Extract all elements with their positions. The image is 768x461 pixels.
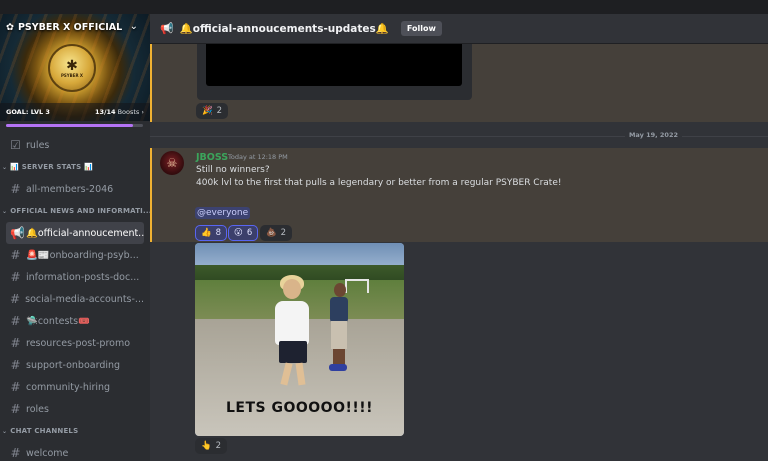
- channel-category[interactable]: ⌄ 📊 SERVER STATS 📊: [2, 156, 150, 178]
- reaction-chip[interactable]: 💩 2: [260, 225, 293, 241]
- server-badge-icon: ✿: [6, 22, 14, 33]
- sidebar-item-label: all-members-2046: [26, 183, 114, 195]
- message-author[interactable]: JBOSS: [196, 152, 228, 163]
- reaction-chip[interactable]: 👍 8: [195, 225, 228, 241]
- sidebar-item-label: support-onboarding: [26, 359, 121, 371]
- spider-icon: ✱: [66, 57, 78, 74]
- chevron-down-icon[interactable]: ⌄: [130, 21, 138, 32]
- boost-goal[interactable]: GOAL: LVL 3 13/14 Boosts ›: [0, 103, 150, 121]
- sidebar-item-channel[interactable]: ☑ rules: [6, 134, 144, 156]
- window-top-strip: [0, 0, 768, 14]
- hash-icon: #: [10, 248, 21, 262]
- message-list: 🎉 2 May 19, 2022 ☠ JBOSS Today at 12:18 …: [150, 44, 768, 461]
- chevron-down-icon: ⌄: [2, 163, 8, 171]
- message-timestamp: Today at 12:18 PM: [228, 153, 288, 161]
- server-name[interactable]: ✿ PSYBER X OFFICIAL: [6, 22, 122, 33]
- server-banner[interactable]: ✿ PSYBER X OFFICIAL ⌄ ✱ PSYBER X GOAL: L…: [0, 14, 150, 121]
- server-emblem: ✱ PSYBER X: [48, 44, 96, 92]
- hash-icon: #: [10, 182, 21, 196]
- sidebar-item-channel[interactable]: # information-posts-doc...: [6, 266, 144, 288]
- sidebar-item-channel[interactable]: # all-members-2046: [6, 178, 144, 200]
- reaction-chip[interactable]: 🎉 2: [196, 103, 229, 119]
- megaphone-icon: 📢: [160, 22, 174, 35]
- boost-progress-fill: [6, 124, 134, 127]
- sidebar-item-label: resources-post-promo: [26, 337, 131, 349]
- sidebar-item-label: rules: [26, 139, 50, 151]
- chevron-down-icon: ⌄: [2, 427, 8, 435]
- reaction-chip[interactable]: 👆 2: [195, 438, 228, 454]
- sidebar-item-label: 🛸contests🎟️: [26, 315, 90, 327]
- channel-list: ☑ rules ⌄ 📊 SERVER STATS 📊 # all-members-2046…: [0, 134, 150, 461]
- sidebar-item-channel[interactable]: # welcome: [6, 442, 144, 461]
- sidebar-item-label: welcome: [26, 447, 69, 459]
- sidebar-item-label: information-posts-doc...: [26, 271, 140, 283]
- hash-icon: #: [10, 270, 21, 284]
- hash-icon: #: [10, 402, 21, 416]
- channel-title: 🔔official-annoucements-updates🔔: [179, 23, 389, 35]
- sidebar-item-channel[interactable]: # support-onboarding: [6, 354, 144, 376]
- embed-preview: [197, 44, 472, 100]
- message-line: Still no winners?: [196, 165, 270, 175]
- boost-progress-bar: [6, 124, 143, 127]
- follow-button[interactable]: Follow: [400, 21, 442, 36]
- channel-sidebar: ✿ PSYBER X OFFICIAL ⌄ ✱ PSYBER X GOAL: L…: [0, 14, 150, 461]
- checkbox-icon: ☑: [10, 138, 21, 152]
- hash-icon: #: [10, 380, 21, 394]
- channel-category[interactable]: ⌄ OFFICIAL NEWS AND INFORMATI...: [2, 200, 150, 222]
- reaction-chip[interactable]: 😮 6: [228, 225, 259, 241]
- highlighted-message-previous: 🎉 2: [150, 44, 768, 122]
- hash-icon: #: [10, 314, 21, 328]
- sidebar-item-label: roles: [26, 403, 49, 415]
- chevron-down-icon: ⌄: [2, 207, 8, 215]
- sidebar-item-channel[interactable]: # 🚨📰onboarding-psyb...: [6, 244, 144, 266]
- sidebar-item-channel[interactable]: # resources-post-promo: [6, 332, 144, 354]
- gif-caption: LETS GOOOOO!!!!: [225, 400, 374, 416]
- sidebar-item-label: community-hiring: [26, 381, 111, 393]
- mention-everyone[interactable]: @everyone: [195, 207, 251, 219]
- avatar[interactable]: ☠: [160, 151, 184, 175]
- sidebar-item-label: social-media-accounts-...: [25, 293, 144, 305]
- highlighted-message: ☠ JBOSS Today at 12:18 PM Still no winne…: [150, 148, 768, 242]
- sidebar-item-channel[interactable]: # roles: [6, 398, 144, 420]
- sidebar-item-channel[interactable]: # 🛸contests🎟️: [6, 310, 144, 332]
- sidebar-item-channel[interactable]: # social-media-accounts-...: [6, 288, 144, 310]
- sidebar-item-label: 🚨📰onboarding-psyb...: [26, 249, 139, 261]
- hash-icon: #: [10, 358, 21, 372]
- chevron-right-icon: ›: [141, 108, 144, 116]
- channel-category[interactable]: ⌄ CHAT CHANNELS: [2, 420, 150, 442]
- hash-icon: #: [10, 292, 21, 306]
- date-divider: May 19, 2022: [150, 131, 768, 139]
- sidebar-item-channel[interactable]: 📢 🔔official-annoucement...: [6, 222, 144, 244]
- embed-image[interactable]: [206, 44, 462, 86]
- sidebar-item-channel[interactable]: # community-hiring: [6, 376, 144, 398]
- message-line: 400k lvl to the first that pulls a legen…: [196, 178, 562, 188]
- hash-icon: #: [10, 446, 21, 460]
- megaphone-icon: 📢: [10, 226, 25, 240]
- channel-header: 📢 🔔official-annoucements-updates🔔 Follow: [150, 14, 768, 44]
- gif-attachment[interactable]: LETS GOOOOO!!!!: [195, 243, 404, 436]
- hash-icon: #: [10, 336, 21, 350]
- sidebar-item-label: 🔔official-annoucement...: [26, 227, 144, 239]
